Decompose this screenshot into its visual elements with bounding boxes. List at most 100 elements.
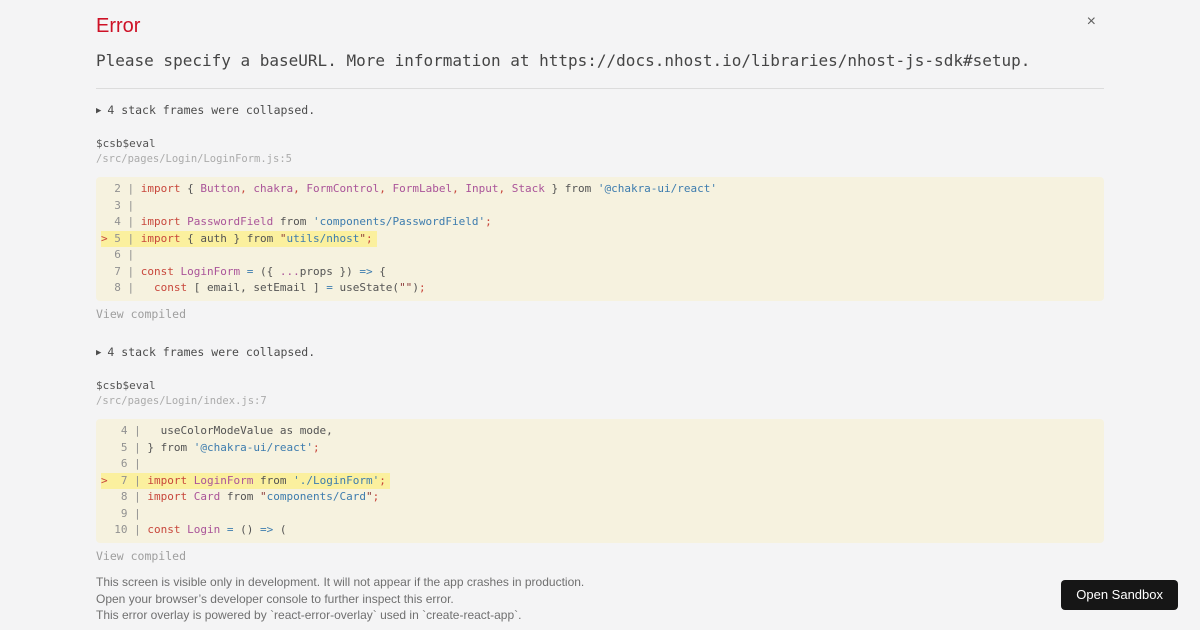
error-message: Please specify a baseURL. More informati… bbox=[96, 51, 1031, 70]
code-token: props }) bbox=[299, 264, 360, 278]
code-line: 5 | } from '@chakra-ui/react'; bbox=[96, 440, 1104, 457]
code-line: 8 | const [ email, setEmail ] = useState… bbox=[96, 280, 1104, 297]
view-compiled-link[interactable]: View compiled bbox=[96, 308, 1104, 321]
code-token: Button bbox=[200, 182, 241, 195]
code-token: " bbox=[260, 490, 267, 503]
code-token: import bbox=[140, 231, 181, 245]
code-token: FormLabel bbox=[392, 182, 453, 195]
code-line-content: 5 | } from '@chakra-ui/react'; bbox=[101, 440, 324, 457]
code-token: [ email, setEmail ] bbox=[187, 281, 327, 294]
code-line-content: 6 | bbox=[101, 456, 151, 473]
close-button[interactable]: × bbox=[1087, 14, 1096, 30]
line-marker bbox=[101, 281, 108, 294]
code-token: ; bbox=[379, 473, 386, 487]
line-number: 7 | bbox=[107, 264, 141, 278]
code-token: import bbox=[147, 490, 188, 503]
stack-collapse-row[interactable]: ▶ 4 stack frames were collapsed. bbox=[96, 345, 1104, 360]
line-number: 8 | bbox=[107, 281, 141, 294]
code-line: 2 | import { Button, chakra, FormControl… bbox=[96, 181, 1104, 198]
code-token: const bbox=[147, 523, 181, 536]
footer-note: This screen is visible only in developme… bbox=[96, 575, 585, 589]
code-token: import bbox=[147, 473, 188, 487]
line-marker: > bbox=[101, 473, 108, 487]
code-frame: 4 | useColorModeValue as mode, 5 | } fro… bbox=[96, 419, 1104, 543]
code-token: } from bbox=[544, 182, 598, 195]
line-number: 6 | bbox=[107, 457, 148, 470]
code-line: > 5 | import { auth } from "utils/nhost"… bbox=[96, 230, 1104, 247]
line-marker bbox=[101, 441, 108, 454]
code-token: from bbox=[253, 473, 294, 487]
frame-function-name: $csb$eval bbox=[96, 136, 156, 150]
code-line: 6 | bbox=[96, 247, 1104, 264]
code-token: () bbox=[233, 523, 260, 536]
code-frame: 2 | import { Button, chakra, FormControl… bbox=[96, 177, 1104, 301]
code-token: { bbox=[372, 264, 386, 278]
code-token: PasswordField bbox=[187, 215, 274, 228]
error-title: Error bbox=[96, 15, 141, 37]
line-marker bbox=[101, 248, 108, 261]
divider bbox=[96, 88, 1104, 89]
code-token: ({ bbox=[253, 264, 280, 278]
code-token: { bbox=[180, 182, 201, 195]
code-line: 8 | import Card from "components/Card"; bbox=[96, 489, 1104, 506]
code-token: import bbox=[140, 182, 181, 195]
code-token: " bbox=[359, 231, 366, 245]
close-icon: × bbox=[1086, 13, 1096, 30]
code-token: FormControl bbox=[306, 182, 380, 195]
code-token: useState( bbox=[332, 281, 400, 294]
code-line-content: 4 | useColorModeValue as mode, bbox=[101, 423, 337, 440]
collapse-label: 4 stack frames were collapsed. bbox=[107, 103, 316, 117]
stack-collapse-row[interactable]: ▶ 4 stack frames were collapsed. bbox=[96, 103, 1104, 118]
line-number: 6 | bbox=[107, 248, 141, 261]
code-line-content: 3 | bbox=[101, 198, 145, 215]
code-line-content: 7 | const LoginForm = ({ ...props }) => … bbox=[101, 264, 390, 281]
code-token: "" bbox=[399, 281, 413, 294]
line-number: 2 | bbox=[107, 182, 141, 195]
line-marker bbox=[101, 507, 108, 520]
code-line: 6 | bbox=[96, 456, 1104, 473]
code-line-content: 8 | const [ email, setEmail ] = useState… bbox=[101, 280, 430, 297]
error-overlay: × Error Please specify a baseURL. More i… bbox=[0, 0, 1200, 624]
code-line-content: 10 | const Login = () => ( bbox=[101, 522, 291, 539]
code-line-content: 9 | bbox=[101, 506, 151, 523]
code-token: , bbox=[293, 182, 300, 195]
line-number: 10 | bbox=[107, 523, 148, 536]
code-token: import bbox=[140, 215, 181, 228]
code-token: components/Card bbox=[266, 490, 366, 503]
code-token: { auth } from bbox=[180, 231, 280, 245]
code-line: 10 | const Login = () => ( bbox=[96, 522, 1104, 539]
collapse-arrow-icon: ▶ bbox=[96, 106, 102, 116]
frame-file-location: /src/pages/Login/LoginForm.js:5 bbox=[96, 152, 292, 165]
code-token: } from bbox=[147, 440, 194, 454]
code-token: " bbox=[365, 490, 373, 503]
code-token: => bbox=[260, 523, 274, 536]
code-token: const bbox=[140, 264, 174, 278]
code-token: ; bbox=[372, 490, 380, 503]
code-token: = bbox=[226, 523, 234, 536]
code-token: ) bbox=[412, 281, 419, 294]
code-token: ; bbox=[418, 281, 426, 294]
code-token: Login bbox=[187, 523, 221, 536]
code-token: ; bbox=[365, 231, 373, 245]
line-marker bbox=[101, 199, 108, 212]
code-token: LoginForm bbox=[180, 264, 241, 278]
code-line-content: 8 | import Card from "components/Card"; bbox=[101, 489, 383, 506]
footer-notes: This screen is visible only in developme… bbox=[96, 574, 1104, 624]
code-line: 4 | useColorModeValue as mode, bbox=[96, 423, 1104, 440]
line-marker bbox=[101, 265, 108, 278]
frame-file-location: /src/pages/Login/index.js:7 bbox=[96, 394, 267, 407]
footer-note: Open your browser’s developer console to… bbox=[96, 591, 454, 606]
collapse-label: 4 stack frames were collapsed. bbox=[107, 345, 316, 359]
code-token: Stack bbox=[511, 182, 545, 195]
code-token: ( bbox=[273, 523, 287, 536]
line-marker bbox=[101, 424, 108, 437]
open-sandbox-button[interactable]: Open Sandbox bbox=[1061, 580, 1178, 610]
code-line: 7 | const LoginForm = ({ ...props }) => … bbox=[96, 264, 1104, 281]
code-line: > 7 | import LoginForm from './LoginForm… bbox=[96, 472, 1104, 489]
code-line: 9 | bbox=[96, 506, 1104, 523]
view-compiled-link[interactable]: View compiled bbox=[96, 550, 1104, 563]
